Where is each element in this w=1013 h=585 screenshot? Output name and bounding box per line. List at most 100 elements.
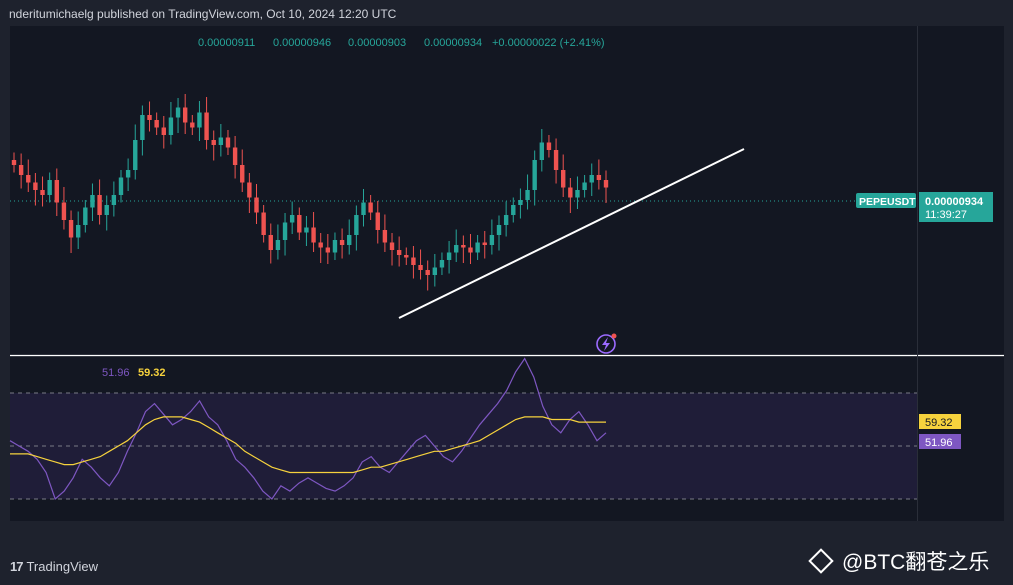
candle-body [33, 182, 38, 190]
candle-body [47, 180, 52, 195]
candle-body [154, 120, 159, 128]
candle-body [596, 175, 602, 180]
price-pane [10, 26, 1004, 355]
candle-body [54, 180, 59, 203]
candle-body [389, 242, 395, 250]
candle-body [297, 215, 302, 233]
ohlc-high: 0.00000946 [273, 37, 331, 49]
candle-body [418, 265, 423, 270]
candle-body [561, 170, 566, 188]
candle-body [40, 190, 45, 195]
candle-body [182, 107, 188, 123]
candle-body [461, 245, 466, 248]
candle-body [254, 197, 259, 213]
symbol-label: PEPEUSDT [859, 196, 916, 208]
last-price-value: 0.00000934 [925, 196, 984, 208]
tradingview-mark-icon: 17 [10, 559, 24, 574]
rsi-ma-tag-value: 59.32 [925, 417, 953, 429]
rsi-ma-legend-value: 59.32 [138, 367, 166, 379]
candle-body [425, 270, 430, 275]
candle-body [475, 242, 480, 253]
diamond-icon [808, 548, 834, 575]
candle-body [511, 205, 516, 215]
watermark: @BTC翻苍之乐 [808, 546, 990, 576]
candle-body [332, 240, 338, 253]
candle-body [496, 225, 502, 235]
candle-body [118, 177, 124, 195]
candle-body [261, 212, 266, 235]
candle-body [225, 137, 231, 148]
candle-body [546, 142, 552, 150]
candle-body [140, 115, 145, 140]
candle-body [75, 225, 81, 238]
candle-body [18, 165, 24, 175]
candle-body [175, 107, 181, 118]
candle-body [432, 267, 438, 275]
candle-body [168, 117, 174, 135]
candle-body [354, 215, 359, 235]
candle-body [525, 190, 530, 200]
candle-body [396, 250, 402, 255]
candle-body [503, 215, 509, 225]
candle-body [439, 260, 445, 268]
candle-body [539, 142, 545, 160]
candle-body [11, 160, 17, 165]
candle-body [97, 195, 102, 215]
candle-body [275, 240, 281, 250]
candle-body [482, 242, 487, 245]
candle-body [532, 160, 537, 190]
candle-body [147, 115, 152, 120]
ohlc-close: 0.00000934 [424, 37, 482, 49]
tradingview-logo[interactable]: 17 TradingView [10, 559, 98, 574]
candle-body [90, 195, 95, 208]
candle-body [375, 212, 380, 230]
candle-body [361, 202, 366, 215]
candle-body [247, 182, 252, 198]
candle-body [133, 140, 138, 170]
rsi-legend-value: 51.96 [102, 367, 130, 379]
candle-body [339, 240, 345, 245]
candle-body [104, 205, 109, 215]
tradingview-logo-text: TradingView [26, 559, 99, 574]
candle-body [197, 112, 202, 128]
candle-body [318, 242, 323, 248]
candle-body [347, 235, 352, 245]
candle-body [190, 122, 195, 128]
candle-body [404, 255, 409, 258]
candle-body [454, 245, 459, 253]
candle-body [268, 235, 273, 250]
candle-body [311, 227, 316, 243]
chart-canvas: 0.00000911 0.00000946 0.00000903 0.00000… [9, 26, 1004, 521]
bar-countdown: 11:39:27 [925, 209, 967, 221]
rsi-tag-value: 51.96 [925, 437, 953, 449]
candle-body [211, 140, 216, 145]
candle-body [368, 202, 373, 213]
candle-body [575, 190, 580, 198]
candle-body [325, 247, 331, 253]
ohlc-low: 0.00000903 [348, 37, 406, 49]
candle-body [603, 180, 609, 188]
watermark-text: @BTC翻苍之乐 [842, 551, 990, 574]
candle-body [582, 182, 587, 190]
candle-body [382, 230, 388, 243]
candle-body [553, 150, 559, 170]
candle-body [468, 247, 473, 253]
candle-body [518, 200, 523, 205]
candle-body [111, 195, 117, 205]
candle-body [61, 202, 67, 220]
candle-body [218, 137, 224, 145]
candle-body [282, 222, 288, 240]
candle-body [411, 257, 416, 265]
candle-body [289, 215, 295, 223]
candle-body [240, 165, 245, 183]
candle-body [68, 220, 74, 238]
candle-body [304, 227, 309, 233]
candle-body [446, 252, 452, 260]
candle-body [161, 127, 166, 135]
candle-body [204, 112, 209, 140]
ohlc-change: +0.00000022 (+2.41%) [492, 37, 605, 49]
ohlc-open: 0.00000911 [198, 37, 255, 49]
candle-body [568, 187, 573, 198]
candle-body [489, 235, 495, 245]
candle-body [589, 175, 594, 183]
